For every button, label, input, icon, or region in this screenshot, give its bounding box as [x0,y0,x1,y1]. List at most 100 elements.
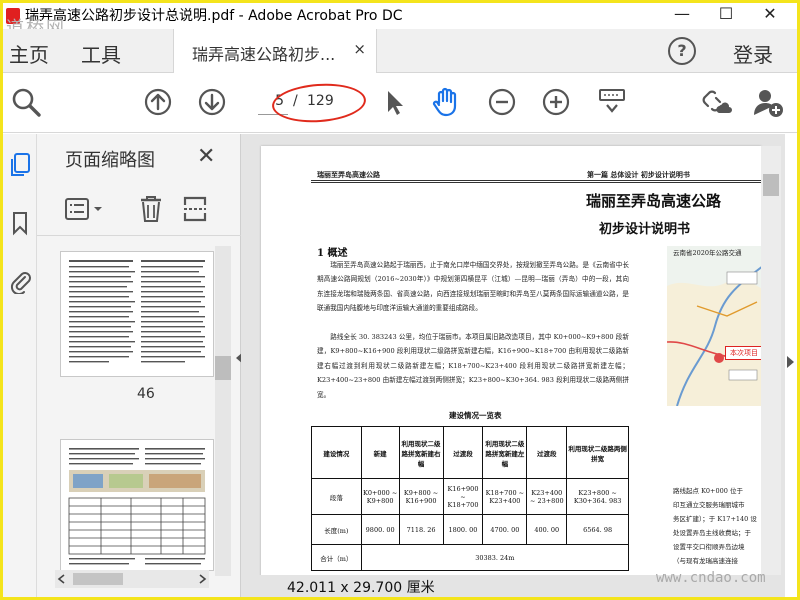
table-cell: K9+800 ~ K16+900 [398,478,444,515]
extract-pages-icon[interactable] [181,194,209,224]
side-text-line: 处设置弄岛主线收费站；于 [673,529,751,537]
next-page-icon[interactable] [195,85,229,119]
login-button[interactable]: 登录 [733,39,773,68]
table-header-cell: 利用现状二级路拼宽新建右幅 [398,426,444,479]
side-text-line: 设置平交口衔顺弄岛边境 [673,543,745,551]
document-subtitle: 初步设计说明书 [599,222,691,237]
table-cell: 长度(m) [311,514,362,545]
tab-home[interactable]: 主页 [9,39,49,68]
thumbnail-scrollbar-thumb[interactable] [215,356,231,380]
table-header-row: 建设情况 新建 利用现状二级路拼宽新建右幅 过渡段 利用现状二级路拼宽新建左幅 … [311,426,629,479]
table-header-cell: 利用现状二级路两侧拼宽 [566,426,629,479]
table-header-cell: 过渡段 [442,426,484,479]
table-header-cell: 新建 [360,426,400,479]
header-rule-double [311,182,761,183]
route-map-drawing [667,246,761,406]
page-thumbnail-46[interactable] [61,252,213,376]
hand-tool-icon[interactable] [429,85,463,119]
horizontal-scroll-thumb[interactable] [73,573,123,585]
document-scrollbar-thumb[interactable] [763,174,779,196]
table-cell: K0+000 ~ K9+800 [360,478,400,515]
page-thumbnails-icon[interactable] [8,152,32,178]
header-rule [311,180,761,181]
select-cursor-icon[interactable] [377,85,411,119]
table-header-cell: 过渡段 [526,426,568,479]
previous-page-icon[interactable] [141,85,175,119]
section-heading: 1 概述 [317,248,348,259]
running-header-left: 瑞丽至弄岛高速公路 [317,170,380,179]
document-scrollbar[interactable] [761,146,781,576]
side-text-line: 务区扩建）；于 K17+140 设 [673,515,757,523]
running-header-right: 第一篇 总体设计 初步设计说明书 [587,170,690,179]
pdf-page: 瑞丽至弄岛高速公路 第一篇 总体设计 初步设计说明书 瑞丽至弄岛高速公路 初步设… [261,146,761,586]
table-cell-total: 30383. 24m [360,544,630,571]
document-title: 瑞丽至弄岛高速公路 [586,192,722,210]
close-tab-button[interactable]: × [353,40,366,58]
table-cell: 7118. 26 [398,514,444,545]
attachments-icon[interactable] [8,268,32,294]
tab-bar: 主页 工具 瑞弄高速公路初步... × ? 登录 [3,29,797,73]
left-navigation-rail [3,134,37,597]
table-header-cell: 建设情况 [311,426,362,479]
thumbnail-toolbar [37,182,241,236]
share-link-icon[interactable] [699,85,733,119]
close-window-button[interactable]: ✕ [748,3,792,27]
delete-page-icon[interactable] [137,194,165,224]
document-viewport: 瑞丽至弄岛高速公路 第一篇 总体设计 初步设计说明书 瑞丽至弄岛高速公路 初步设… [241,134,794,597]
tab-document[interactable]: 瑞弄高速公路初步... × [173,29,377,73]
table-cell: 1800. 00 [442,514,484,545]
table-cell: 6564. 98 [566,514,629,545]
zoom-out-icon[interactable] [485,85,519,119]
map-title: 云南省2020年公路交通 [673,249,742,257]
side-text-line: 路线起点 K0+000 位于 [673,487,743,495]
table-title: 建设情况一览表 [449,411,502,420]
minimize-button[interactable]: — [660,3,704,27]
table-cell: K18+700 ~ K23+400 [482,478,528,515]
scroll-left-icon[interactable] [57,574,67,584]
table-cell: K23+800 ~ K30+364. 983 [566,478,629,515]
side-text-line: （与现有龙瑞高速连接 [673,557,738,565]
thumbnail-page-label: 46 [137,386,155,402]
thumbnail-panel-title: 页面缩略图 [65,150,155,171]
maximize-button[interactable]: ☐ [704,3,748,27]
main-toolbar: 5 / 129 [3,73,797,133]
table-row: 合计（m） 30383. 24m [311,544,630,571]
table-cell: 9800. 00 [360,514,400,545]
table-cell: K16+900 ~ K18+700 [442,478,484,515]
close-panel-button[interactable]: ✕ [197,144,215,169]
expand-right-panel-icon[interactable] [787,356,794,368]
watermark-bottom-right: www.cndao.com [656,570,766,586]
table-cell: 合计（m） [311,544,362,571]
page-thumbnail-47[interactable] [61,440,213,570]
table-cell: 段落 [311,478,362,515]
side-text-line: 印互通立交服务瑞丽城市 [673,501,745,509]
table-header-cell: 利用现状二级路拼宽新建左幅 [482,426,528,479]
thumbnail-horizontal-scrollbar[interactable] [55,570,209,588]
thumbnail-panel: 页面缩略图 ✕ 46 [37,134,241,597]
table-cell: 400. 00 [526,514,568,545]
help-button[interactable]: ? [668,37,696,65]
page-size-readout: 42.011 x 29.700 厘米 [287,580,435,596]
table-row: 长度(m) 9800. 00 7118. 26 1800. 00 4700. 0… [311,514,629,545]
table-cell: K23+400 ~ 23+800 [526,478,568,515]
page-display-icon[interactable] [595,85,629,119]
construction-table: 建设情况 新建 利用现状二级路拼宽新建右幅 过渡段 利用现状二级路拼宽新建左幅 … [311,426,630,571]
bookmarks-icon[interactable] [8,210,32,236]
table-cell: 4700. 00 [482,514,528,545]
window-titlebar: 瑞弄高速公路初步设计总说明.pdf - Adobe Acrobat Pro DC… [3,3,797,29]
add-user-icon[interactable] [751,85,785,119]
route-map [667,246,761,406]
thumbnail-options-icon[interactable] [63,196,107,222]
paragraph-overview: 瑞丽至弄岛高速公路起于瑞丽西，止于南允口岸中缅国交界处，按规划撤至弄岛公路。是《… [317,261,629,313]
table-row: 段落 K0+000 ~ K9+800 K9+800 ~ K16+900 K16+… [311,478,629,515]
thumbnail-47-content [68,448,206,565]
zoom-search-icon[interactable] [9,85,43,119]
tab-tools[interactable]: 工具 [81,39,121,68]
zoom-in-icon[interactable] [539,85,573,119]
window-title: 瑞弄高速公路初步设计总说明.pdf - Adobe Acrobat Pro DC [25,8,403,24]
thumbnail-scrollbar[interactable] [215,246,231,576]
thumbnail-46-content [69,260,205,363]
scroll-right-icon[interactable] [197,574,207,584]
paragraph-route: 路线全长 30. 383243 公里，均位于瑞丽市。本项目属旧路改造项目，其中 … [317,333,629,399]
document-tab-label: 瑞弄高速公路初步... [192,45,336,64]
